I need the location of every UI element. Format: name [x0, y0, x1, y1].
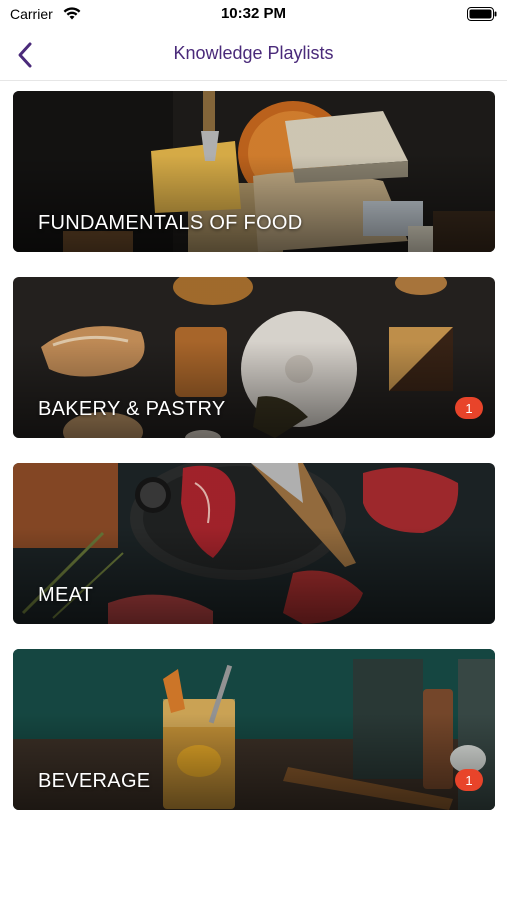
notification-badge: 1 — [455, 769, 483, 791]
playlist-card-meat[interactable]: MEAT — [13, 463, 495, 624]
page-title: Knowledge Playlists — [173, 43, 334, 63]
playlist-card-bakery-pastry[interactable]: BAKERY & PASTRY 1 — [13, 277, 495, 438]
battery-icon — [467, 7, 497, 21]
playlist-card-fundamentals-of-food[interactable]: FUNDAMENTALS OF FOOD — [13, 91, 495, 252]
playlist-title: BEVERAGE — [38, 770, 151, 792]
status-bar: Carrier 10:32 PM — [0, 0, 507, 30]
status-time: 10:32 PM — [220, 5, 287, 22]
playlist-title: MEAT — [38, 584, 94, 606]
playlist-title: BAKERY & PASTRY — [38, 398, 226, 420]
navigation-bar: Knowledge Playlists — [0, 30, 507, 81]
playlist-card-beverage[interactable]: BEVERAGE 1 — [13, 649, 495, 810]
notification-badge: 1 — [455, 397, 483, 419]
playlist-list: FUNDAMENTALS OF FOOD BAKERY & PASTRY 1 M… — [13, 91, 495, 835]
playlist-title: FUNDAMENTALS OF FOOD — [38, 212, 303, 234]
